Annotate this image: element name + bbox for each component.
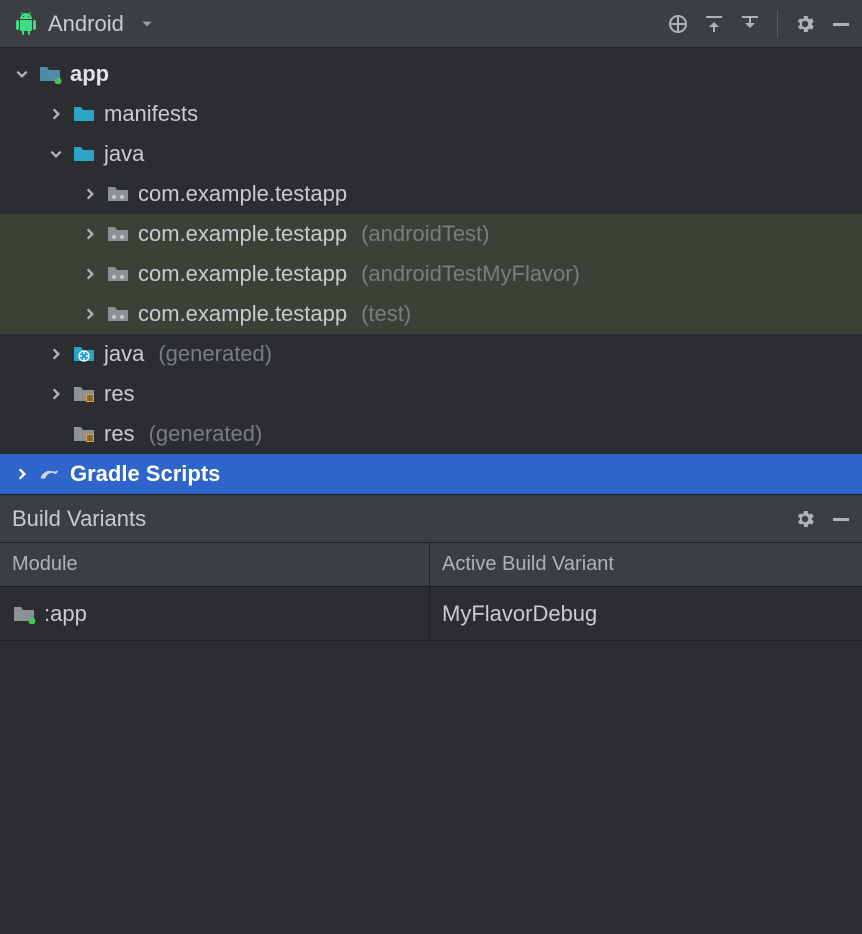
tree-label: java bbox=[104, 341, 144, 367]
tree-node-gradle-scripts[interactable]: Gradle Scripts bbox=[0, 454, 862, 494]
chevron-right-icon[interactable] bbox=[14, 467, 30, 481]
minimize-icon[interactable] bbox=[830, 13, 852, 35]
tree-node-package-test[interactable]: com.example.testapp (test) bbox=[0, 294, 862, 334]
tree-node-java[interactable]: java bbox=[0, 134, 862, 174]
tree-label: res bbox=[104, 421, 135, 447]
build-variants-header: Build Variants bbox=[0, 495, 862, 543]
tree-label: java bbox=[104, 141, 144, 167]
gear-icon[interactable] bbox=[794, 508, 816, 530]
resource-folder-icon bbox=[72, 384, 96, 404]
chevron-right-icon[interactable] bbox=[82, 187, 98, 201]
chevron-right-icon[interactable] bbox=[82, 267, 98, 281]
separator bbox=[777, 10, 778, 38]
project-tree: app manifests java com.example.testapp bbox=[0, 48, 862, 495]
cell-module-text: :app bbox=[44, 601, 87, 627]
project-view-selector[interactable]: Android bbox=[14, 11, 154, 37]
collapse-all-icon[interactable] bbox=[739, 13, 761, 35]
tree-node-res[interactable]: res bbox=[0, 374, 862, 414]
tree-suffix: (androidTestMyFlavor) bbox=[361, 261, 580, 287]
tree-suffix: (generated) bbox=[149, 421, 263, 447]
col-header-variant[interactable]: Active Build Variant bbox=[430, 543, 862, 586]
generated-folder-icon bbox=[72, 344, 96, 364]
chevron-down-icon bbox=[140, 17, 154, 31]
folder-icon bbox=[72, 104, 96, 124]
minimize-icon[interactable] bbox=[830, 508, 852, 530]
tree-node-java-generated[interactable]: java (generated) bbox=[0, 334, 862, 374]
project-view-label: Android bbox=[48, 11, 124, 37]
table-header: Module Active Build Variant bbox=[0, 543, 862, 587]
chevron-right-icon[interactable] bbox=[82, 307, 98, 321]
table-row[interactable]: :app MyFlavorDebug bbox=[0, 587, 862, 641]
tree-label: com.example.testapp bbox=[138, 221, 347, 247]
cell-variant-text: MyFlavorDebug bbox=[442, 601, 597, 627]
chevron-right-icon[interactable] bbox=[82, 227, 98, 241]
build-variants-table: Module Active Build Variant :app MyFlavo… bbox=[0, 543, 862, 921]
chevron-right-icon[interactable] bbox=[48, 347, 64, 361]
cell-variant[interactable]: MyFlavorDebug bbox=[430, 587, 862, 640]
tree-node-package-main[interactable]: com.example.testapp bbox=[0, 174, 862, 214]
gear-icon[interactable] bbox=[794, 13, 816, 35]
resource-folder-icon bbox=[72, 424, 96, 444]
tree-node-package-androidtest[interactable]: com.example.testapp (androidTest) bbox=[0, 214, 862, 254]
android-icon bbox=[14, 12, 38, 36]
project-toolbar: Android bbox=[0, 0, 862, 48]
folder-icon bbox=[72, 144, 96, 164]
package-icon bbox=[106, 184, 130, 204]
select-opened-file-icon[interactable] bbox=[667, 13, 689, 35]
package-icon bbox=[106, 304, 130, 324]
tree-label: app bbox=[70, 61, 109, 87]
table-empty-space bbox=[0, 641, 862, 921]
col-header-module[interactable]: Module bbox=[0, 543, 430, 586]
chevron-down-icon[interactable] bbox=[48, 147, 64, 161]
tree-label: res bbox=[104, 381, 135, 407]
chevron-right-icon[interactable] bbox=[48, 387, 64, 401]
package-icon bbox=[106, 224, 130, 244]
cell-module[interactable]: :app bbox=[0, 587, 430, 640]
tree-suffix: (androidTest) bbox=[361, 221, 489, 247]
chevron-right-icon[interactable] bbox=[48, 107, 64, 121]
panel-title: Build Variants bbox=[12, 506, 146, 532]
package-icon bbox=[106, 264, 130, 284]
tree-label: com.example.testapp bbox=[138, 301, 347, 327]
tree-label: com.example.testapp bbox=[138, 181, 347, 207]
tree-label: com.example.testapp bbox=[138, 261, 347, 287]
tree-label: manifests bbox=[104, 101, 198, 127]
gradle-icon bbox=[38, 464, 62, 484]
tree-label: Gradle Scripts bbox=[70, 461, 220, 487]
tree-node-res-generated[interactable]: res (generated) bbox=[0, 414, 862, 454]
expand-all-icon[interactable] bbox=[703, 13, 725, 35]
tree-suffix: (generated) bbox=[158, 341, 272, 367]
module-folder-icon bbox=[38, 64, 62, 84]
tree-node-app[interactable]: app bbox=[0, 54, 862, 94]
chevron-down-icon[interactable] bbox=[14, 67, 30, 81]
module-folder-icon bbox=[12, 604, 36, 624]
tree-node-package-androidtestflavor[interactable]: com.example.testapp (androidTestMyFlavor… bbox=[0, 254, 862, 294]
tree-suffix: (test) bbox=[361, 301, 411, 327]
tree-node-manifests[interactable]: manifests bbox=[0, 94, 862, 134]
